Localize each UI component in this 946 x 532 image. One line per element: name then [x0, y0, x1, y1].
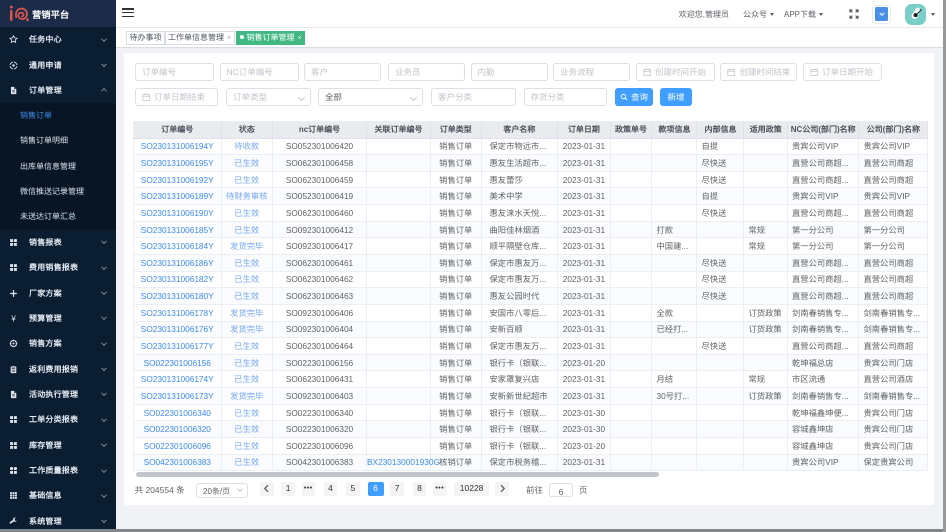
- svg-text:¥: ¥: [11, 314, 16, 323]
